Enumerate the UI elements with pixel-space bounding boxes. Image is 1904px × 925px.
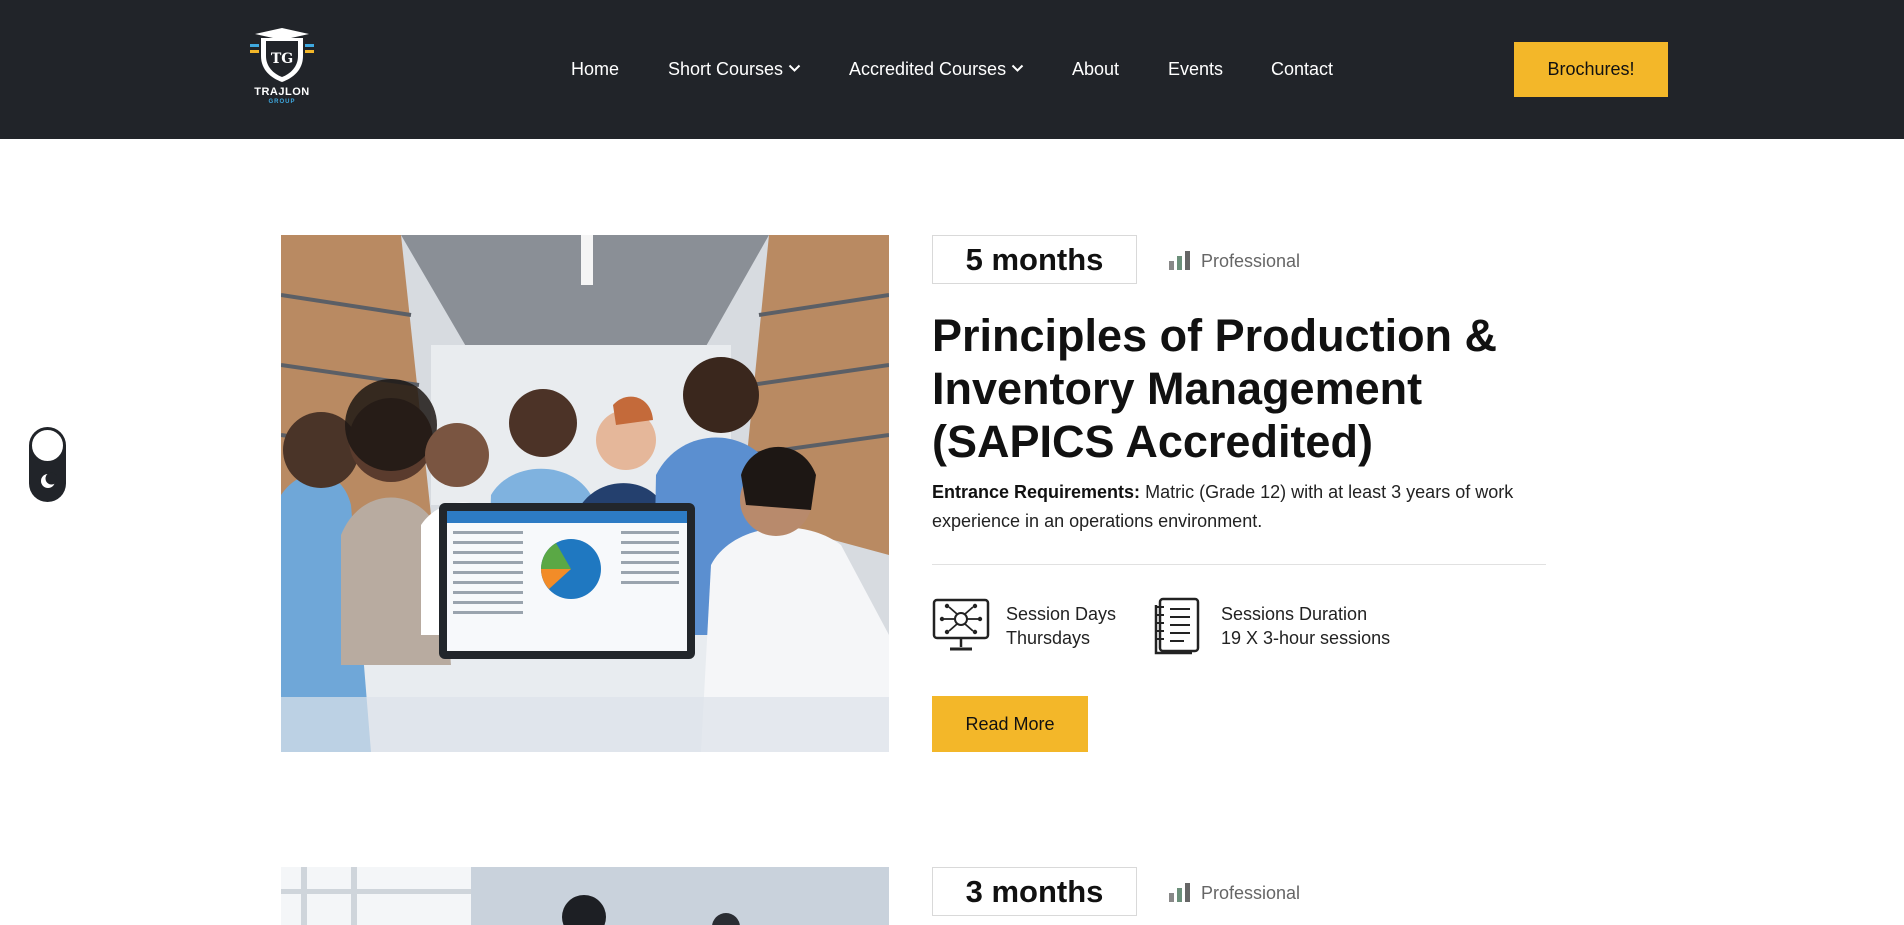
requirements-label: Entrance Requirements:	[932, 482, 1141, 502]
session-days-label: Session Days	[1006, 604, 1117, 624]
logo-wordmark: TRAJLON	[254, 86, 310, 98]
session-duration-label: Sessions Duration	[1221, 604, 1368, 624]
bar-chart-icon	[1169, 251, 1190, 271]
site-header: TG TRAJLON GROUP Home Short Courses Accr…	[0, 0, 1904, 139]
course-title: Principles of Production & Inventory Man…	[932, 310, 1498, 467]
course-level: Professional	[1168, 249, 1300, 273]
brochures-button[interactable]: Brochures!	[1514, 42, 1668, 97]
moon-icon	[41, 472, 57, 488]
bar-chart-icon	[1169, 883, 1190, 903]
svg-text:TG: TG	[271, 51, 293, 67]
read-more-button[interactable]: Read More	[932, 696, 1088, 752]
course-duration-badge: 3 months	[932, 867, 1137, 916]
divider	[932, 564, 1546, 565]
chevron-down-icon	[1011, 65, 1024, 73]
nav-short-courses[interactable]: Short Courses	[668, 57, 801, 81]
theme-toggle[interactable]	[29, 427, 66, 502]
nav-events[interactable]: Events	[1168, 57, 1223, 81]
nav-about[interactable]: About	[1072, 57, 1119, 81]
course-level: Professional	[1168, 881, 1300, 905]
course-image	[281, 867, 889, 925]
entrance-requirements: Entrance Requirements: Matric (Grade 12)…	[932, 478, 1552, 536]
theme-toggle-knob	[31, 429, 64, 462]
course-image	[281, 235, 889, 752]
nav-home[interactable]: Home	[571, 57, 619, 81]
monitor-network-icon	[932, 598, 990, 651]
logo-subtitle: GROUP	[268, 99, 296, 105]
nav-contact[interactable]: Contact	[1271, 57, 1333, 81]
chevron-down-icon	[788, 65, 801, 73]
session-days-value: Thursdays	[1006, 628, 1091, 648]
warehouse-team-illustration	[281, 235, 889, 752]
nav-accredited-courses[interactable]: Accredited Courses	[849, 57, 1024, 81]
site-logo[interactable]: TG TRAJLON GROUP	[244, 26, 320, 110]
shield-logo-icon: TG	[250, 28, 314, 82]
session-duration-value: 19 X 3-hour sessions	[1221, 628, 1391, 648]
notebook-icon	[1154, 597, 1200, 655]
office-illustration	[281, 867, 889, 925]
course-duration-badge: 5 months	[932, 235, 1137, 284]
